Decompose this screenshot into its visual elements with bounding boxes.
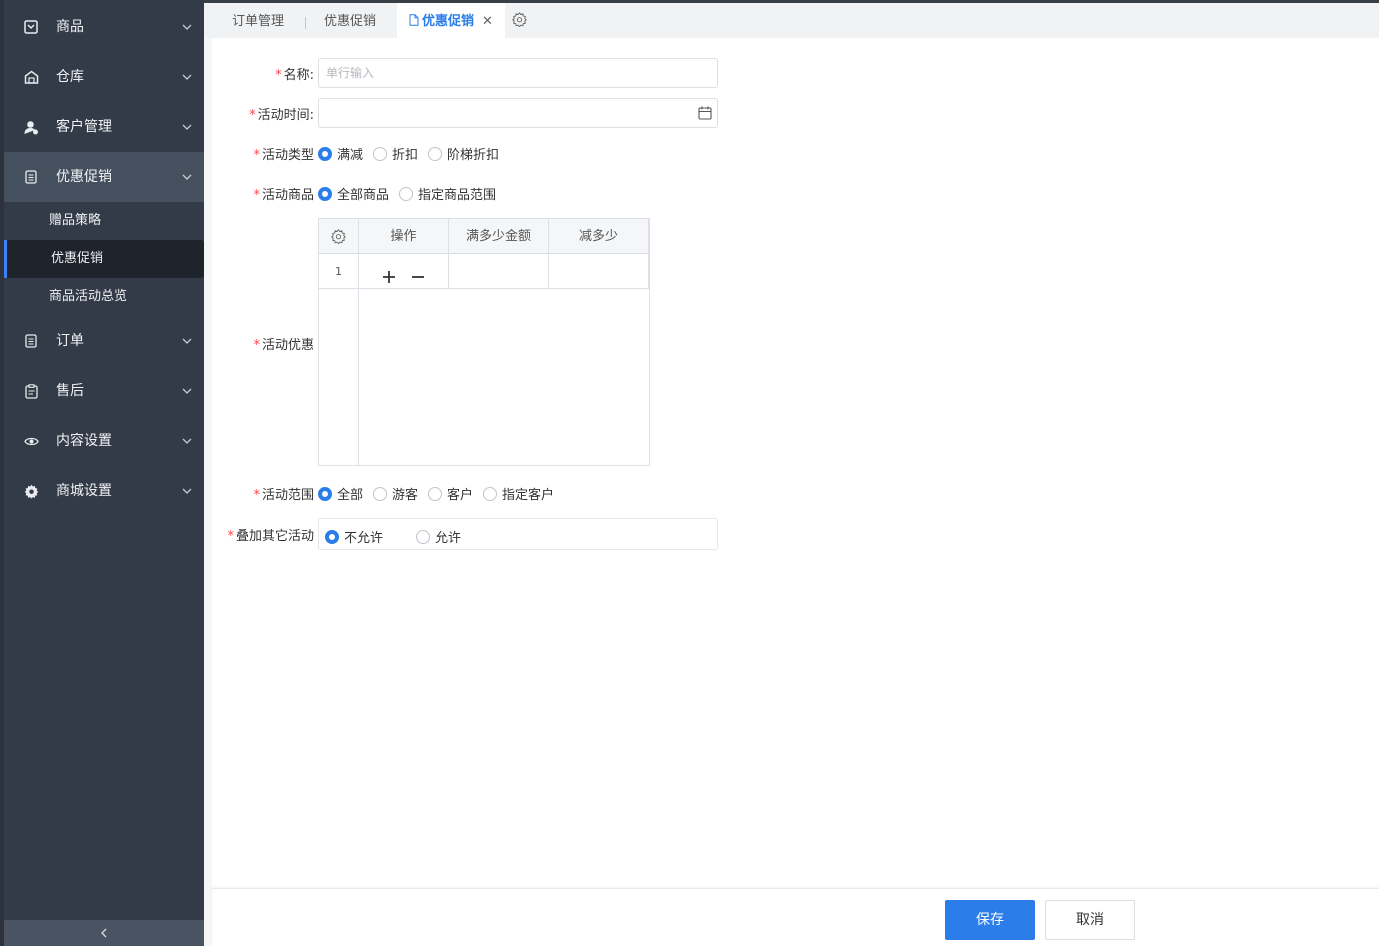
menu-label-warehouse: 仓库	[56, 69, 84, 85]
name-input-placeholder: 单行输入	[326, 66, 375, 80]
chevron-down-icon	[182, 174, 192, 180]
column-header-operation: 操作	[359, 219, 449, 254]
menu-label-order: 订单	[56, 333, 84, 349]
menu-item-mall-settings[interactable]: 商城设置	[4, 466, 204, 516]
scope-radio-group: 全部 游客 客户 指定客户	[318, 484, 564, 503]
scope-label: * 活动范围	[253, 488, 314, 503]
gear-icon	[512, 11, 527, 28]
menu-label-customer: 客户管理	[56, 119, 112, 135]
goods-radio-group: 全部商品 指定商品范围	[318, 184, 506, 203]
chevron-down-icon	[182, 24, 192, 30]
type-label: * 活动类型	[253, 148, 314, 163]
column-header-threshold: 满多少金额	[449, 219, 549, 254]
tab-promotion-active[interactable]: 优惠促销 ✕	[397, 3, 505, 38]
menu-item-warehouse[interactable]: 仓库	[4, 52, 204, 102]
menu-label-after-sale: 售后	[56, 383, 84, 399]
row-reduce-cell[interactable]	[549, 254, 649, 289]
date-range-input[interactable]	[318, 98, 718, 128]
row-index: 1	[319, 254, 359, 289]
warehouse-icon	[23, 69, 39, 85]
document-icon	[409, 14, 419, 26]
chevron-left-icon	[101, 928, 107, 938]
stack-radio-disallow[interactable]: 不允许	[325, 527, 383, 546]
form-footer: 保存 取消	[212, 888, 1379, 946]
content-gutter	[204, 38, 212, 946]
chevron-down-icon	[182, 338, 192, 344]
submenu-item-gift-strategy[interactable]: 赠品策略	[4, 202, 204, 240]
type-radio-discount[interactable]: 折扣	[373, 144, 418, 163]
table-empty-area	[319, 289, 359, 465]
product-icon	[23, 19, 39, 35]
menu-label-content-settings: 内容设置	[56, 433, 112, 449]
menu-label-product: 商品	[56, 19, 84, 35]
type-radio-group: 满减 折扣 阶梯折扣	[318, 144, 509, 163]
scope-radio-guest[interactable]: 游客	[373, 484, 418, 503]
submenu: 赠品策略 优惠促销 商品活动总览	[4, 202, 204, 316]
scope-radio-customer[interactable]: 客户	[428, 484, 473, 503]
calendar-icon	[698, 106, 712, 120]
menu-item-promotion[interactable]: 优惠促销	[4, 152, 204, 202]
menu-item-content-settings[interactable]: 内容设置	[4, 416, 204, 466]
plus-icon	[383, 271, 396, 283]
menu-item-customer[interactable]: 客户管理	[4, 102, 204, 152]
order-icon	[23, 333, 39, 349]
table-row: 1	[319, 254, 649, 289]
after-sale-icon	[23, 383, 39, 399]
sidebar-collapse-button[interactable]	[4, 920, 204, 946]
tab-promotion-active-label: 优惠促销	[422, 14, 475, 29]
gear-icon	[23, 483, 39, 499]
type-radio-tiered-discount[interactable]: 阶梯折扣	[428, 144, 499, 163]
cancel-button[interactable]: 取消	[1045, 900, 1135, 940]
promotion-icon	[23, 169, 39, 185]
save-button[interactable]: 保存	[945, 900, 1035, 940]
time-label: * 活动时间:	[249, 108, 314, 123]
tab-separator	[305, 17, 306, 29]
submenu-item-promotion[interactable]: 优惠促销	[4, 240, 204, 278]
discount-label: * 活动优惠	[253, 338, 314, 353]
name-label: * 名称:	[275, 68, 314, 83]
tab-promotion[interactable]: 优惠促销	[324, 3, 376, 38]
goods-radio-specified[interactable]: 指定商品范围	[399, 184, 496, 203]
tab-order-management[interactable]: 订单管理	[232, 3, 284, 38]
menu-label-promotion: 优惠促销	[56, 169, 112, 185]
name-input[interactable]: 单行输入	[318, 58, 718, 88]
row-operation-cell	[359, 254, 449, 289]
submenu-item-activity-overview[interactable]: 商品活动总览	[4, 278, 204, 316]
chevron-down-icon	[182, 388, 192, 394]
goods-label: * 活动商品	[253, 188, 314, 203]
menu-item-order[interactable]: 订单	[4, 316, 204, 366]
tab-settings-icon[interactable]	[512, 11, 527, 31]
tab-bar: 订单管理 优惠促销 优惠促销 ✕	[204, 0, 1379, 38]
chevron-down-icon	[182, 124, 192, 130]
stack-radio-group: 不允许 允许	[318, 518, 718, 550]
add-row-button[interactable]	[382, 263, 396, 298]
customer-icon	[23, 119, 39, 135]
eye-icon	[23, 433, 39, 449]
type-radio-full-reduction[interactable]: 满减	[318, 144, 363, 163]
goods-radio-all[interactable]: 全部商品	[318, 184, 389, 203]
gear-icon	[331, 228, 346, 245]
chevron-down-icon	[182, 74, 192, 80]
table-settings-cell[interactable]	[319, 219, 359, 254]
table-header: 操作 满多少金额 减多少	[319, 219, 649, 254]
menu-label-mall-settings: 商城设置	[56, 483, 112, 499]
remove-row-button[interactable]	[411, 263, 425, 298]
minus-icon	[411, 276, 424, 278]
chevron-down-icon	[182, 488, 192, 494]
discount-table: 操作 满多少金额 减多少 1	[318, 218, 650, 466]
sidebar: 商品 仓库 客户管理 优惠促销 赠品策略 优惠促销 商品活动总览 订单 售后 内…	[0, 0, 204, 946]
stack-radio-allow[interactable]: 允许	[416, 527, 461, 546]
scope-radio-specified-customer[interactable]: 指定客户	[483, 484, 554, 503]
menu-item-product[interactable]: 商品	[4, 2, 204, 52]
menu-item-after-sale[interactable]: 售后	[4, 366, 204, 416]
column-header-reduce: 减多少	[549, 219, 649, 254]
row-threshold-cell[interactable]	[449, 254, 549, 289]
close-icon[interactable]: ✕	[482, 14, 493, 29]
stack-label: * 叠加其它活动	[227, 529, 314, 544]
chevron-down-icon	[182, 438, 192, 444]
scope-radio-all[interactable]: 全部	[318, 484, 363, 503]
